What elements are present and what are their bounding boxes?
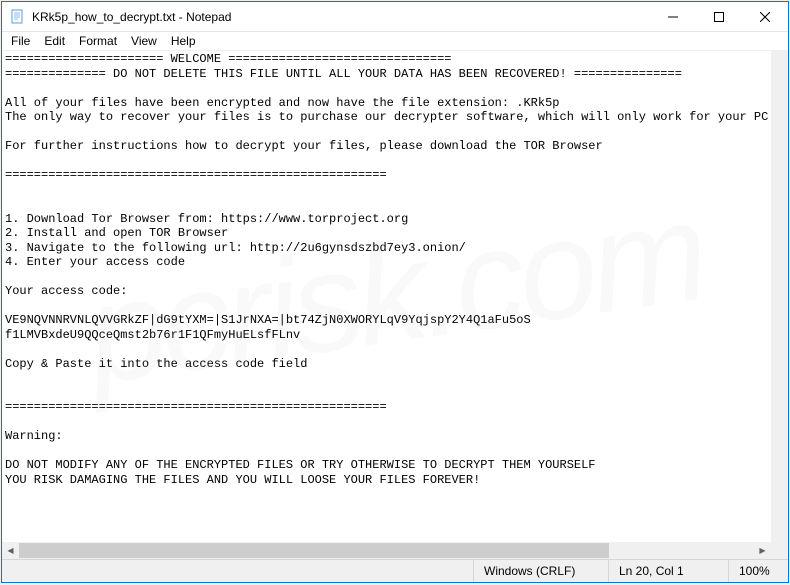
content-area: ====================== WELCOME =========… <box>2 51 788 559</box>
menu-view[interactable]: View <box>124 33 164 49</box>
horizontal-scrollbar[interactable]: ◀ ▶ <box>2 542 771 559</box>
menu-file[interactable]: File <box>4 33 37 49</box>
status-cursor-position: Ln 20, Col 1 <box>608 560 728 582</box>
scroll-corner <box>771 542 788 559</box>
scroll-left-arrow-icon[interactable]: ◀ <box>2 542 19 559</box>
minimize-button[interactable] <box>650 2 696 32</box>
status-zoom: 100% <box>728 560 788 582</box>
statusbar: Windows (CRLF) Ln 20, Col 1 100% <box>2 559 788 582</box>
menu-edit[interactable]: Edit <box>37 33 72 49</box>
notepad-window: KRk5p_how_to_decrypt.txt - Notepad File … <box>1 1 789 583</box>
titlebar[interactable]: KRk5p_how_to_decrypt.txt - Notepad <box>2 2 788 32</box>
text-editor[interactable]: ====================== WELCOME =========… <box>2 51 771 542</box>
horizontal-scroll-thumb[interactable] <box>19 543 609 558</box>
menu-format[interactable]: Format <box>72 33 124 49</box>
window-controls <box>650 2 788 31</box>
close-button[interactable] <box>742 2 788 32</box>
vertical-scrollbar[interactable] <box>771 51 788 542</box>
menu-help[interactable]: Help <box>164 33 203 49</box>
window-title: KRk5p_how_to_decrypt.txt - Notepad <box>32 10 650 24</box>
status-encoding: Windows (CRLF) <box>473 560 608 582</box>
horizontal-scroll-track[interactable] <box>609 542 754 559</box>
scroll-right-arrow-icon[interactable]: ▶ <box>754 542 771 559</box>
maximize-button[interactable] <box>696 2 742 32</box>
menubar: File Edit Format View Help <box>2 32 788 51</box>
notepad-icon <box>10 9 26 25</box>
